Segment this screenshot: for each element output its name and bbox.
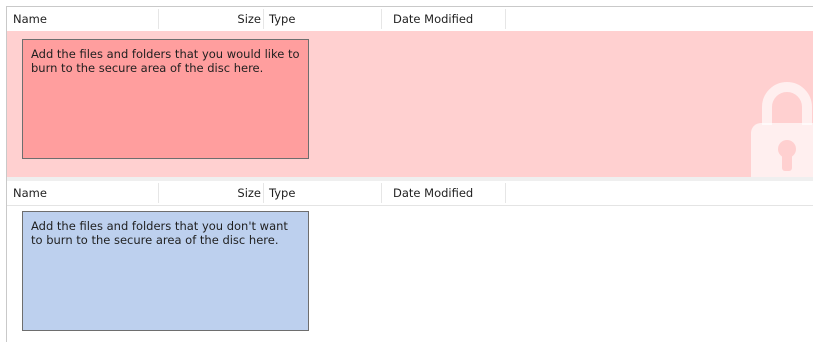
normal-area-drop-zone[interactable]: Add the files and folders that you don't… bbox=[7, 206, 813, 342]
secure-area-hint-box: Add the files and folders that you would… bbox=[22, 39, 309, 159]
column-divider[interactable] bbox=[505, 9, 506, 29]
secure-list-header: Name Size Type Date Modified bbox=[7, 7, 813, 32]
column-divider[interactable] bbox=[263, 183, 264, 203]
normal-list-header: Name Size Type Date Modified bbox=[7, 181, 813, 206]
normal-area-hint-text: Add the files and folders that you don't… bbox=[31, 219, 288, 247]
column-header-type[interactable]: Type bbox=[269, 181, 295, 205]
column-divider[interactable] bbox=[263, 9, 264, 29]
normal-area-hint-box: Add the files and folders that you don't… bbox=[22, 211, 309, 331]
lock-icon bbox=[751, 82, 813, 177]
column-header-date-modified[interactable]: Date Modified bbox=[393, 181, 473, 205]
column-header-size[interactable]: Size bbox=[159, 7, 261, 31]
column-divider[interactable] bbox=[505, 183, 506, 203]
column-divider[interactable] bbox=[381, 183, 382, 203]
column-header-date-modified[interactable]: Date Modified bbox=[393, 7, 473, 31]
column-header-name[interactable]: Name bbox=[13, 7, 47, 31]
secure-area-drop-zone[interactable]: Add the files and folders that you would… bbox=[7, 31, 813, 177]
column-header-type[interactable]: Type bbox=[269, 7, 295, 31]
column-header-size[interactable]: Size bbox=[159, 181, 261, 205]
column-header-name[interactable]: Name bbox=[13, 181, 47, 205]
column-divider[interactable] bbox=[381, 9, 382, 29]
secure-area-hint-text: Add the files and folders that you would… bbox=[31, 47, 300, 75]
